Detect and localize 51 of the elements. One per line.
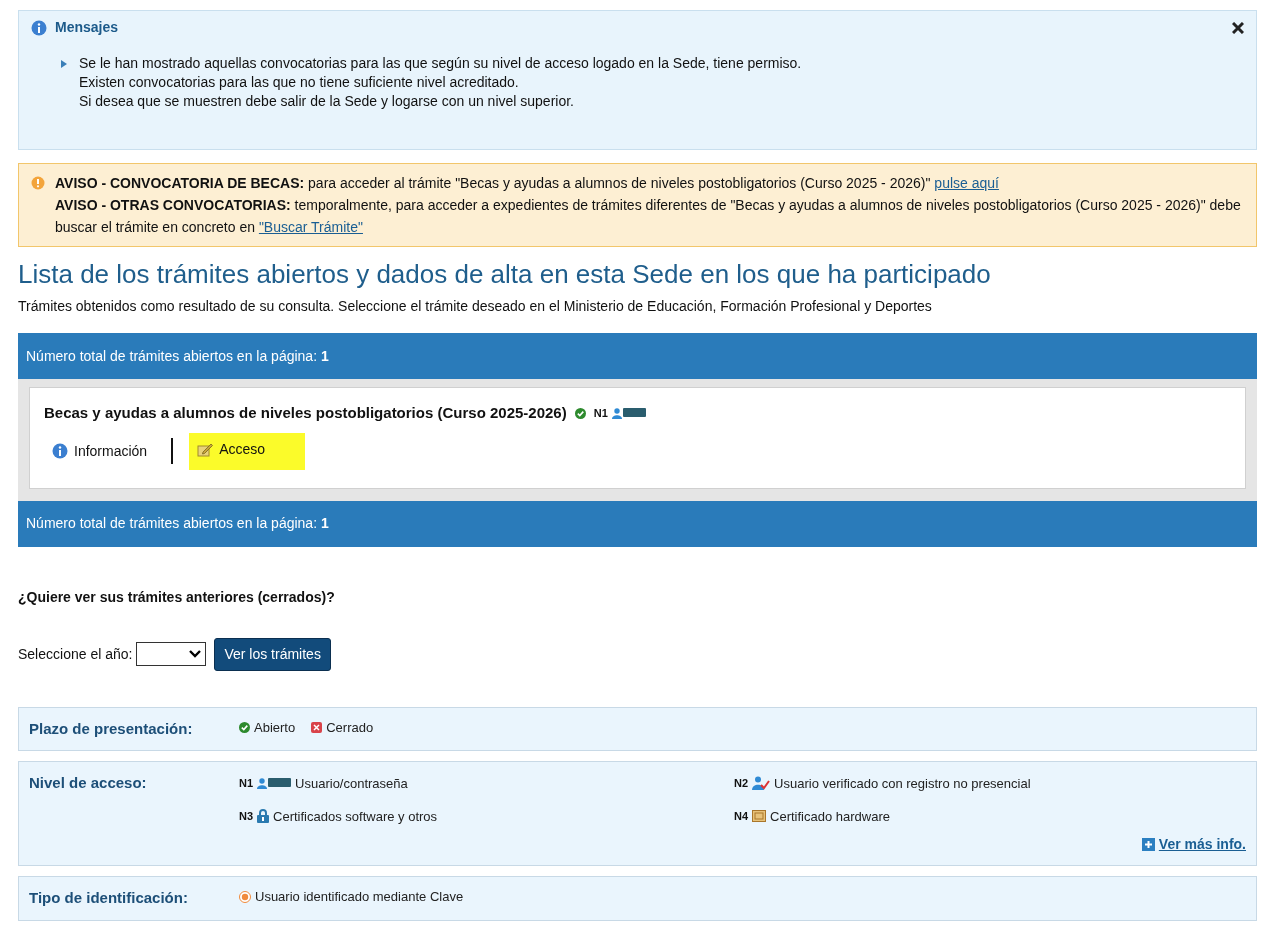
- action-link[interactable]: Acceso: [189, 432, 306, 470]
- legend-text: Usuario verificado con registro no presencial: [774, 774, 1031, 793]
- legend-text: Cerrado: [326, 718, 374, 737]
- close-icon: [1232, 21, 1244, 34]
- user-check-icon: [752, 776, 771, 791]
- more-info-link[interactable]: Ver más info.: [1158, 834, 1246, 856]
- legend-text: Abierto: [254, 718, 296, 737]
- info-icon: [52, 443, 68, 460]
- level-code: N4: [734, 809, 749, 825]
- legend-text: Usuario identificado mediante Clave: [255, 888, 464, 907]
- legend-text: Certificado hardware: [770, 807, 890, 826]
- legend-label: Plazo de presentación:: [29, 718, 194, 739]
- level-code: N1: [239, 776, 254, 792]
- legend-text: Usuario/contraseña: [295, 774, 408, 793]
- caret-icon: [189, 650, 202, 659]
- procedure-title: Becas y ayudas a alumnos de niveles postobligatorios (Curso 2025-2026): [44, 403, 567, 424]
- notice-link[interactable]: pulse aquí: [934, 175, 999, 191]
- page-heading: Lista de los trámites abiertos y dados de alta en esta Sede en los que ha participado: [18, 259, 992, 291]
- legend-text: Certificados software y otros: [273, 807, 438, 826]
- check-icon: [239, 721, 250, 733]
- warning-icon: [31, 176, 45, 190]
- note-pencil-icon: [197, 441, 214, 457]
- notice-text: AVISO - CONVOCATORIA DE BECAS: para acceder al trámite "Becas y ayudas a alumnos de niveles postobligatorios (Curso 2025 - 2026)" pulse aquí: [55, 174, 999, 193]
- page-subtitle: Trámites obtenidos como resultado de su consulta. Seleccione el trámite deseado en el Ministerio de Educación, Formación Profesional y Deportes: [18, 297, 933, 317]
- info-icon: [31, 19, 47, 36]
- level-code: N3: [239, 809, 254, 825]
- legend-label: Tipo de identificación:: [29, 888, 189, 909]
- count-text: Número total de trámites abiertos en la página: 1: [26, 346, 329, 366]
- close-icon: [311, 721, 323, 733]
- legend-label: Nivel de acceso:: [29, 773, 148, 794]
- panel-title: Mensajes: [55, 18, 120, 37]
- field-label: Seleccione el año:: [18, 644, 133, 664]
- level-code: N1: [593, 406, 608, 422]
- message-text: Se le han mostrado aquellas convocatorias para las que según su nivel de acceso logado en la Sede, tiene permiso.: [79, 54, 802, 73]
- section-question: ¿Quiere ver sus trámites anteriores (cerrados)?: [18, 587, 336, 607]
- level-code: N2: [734, 776, 749, 792]
- submit-button[interactable]: Ver los trámites: [214, 637, 331, 671]
- card-icon: [752, 810, 767, 823]
- user-badge-icon: [257, 777, 292, 789]
- lock-icon: [257, 809, 270, 824]
- year-select[interactable]: [136, 642, 207, 667]
- message-text: Existen convocatorias para las que no tiene suficiente nivel acreditado.: [79, 73, 520, 92]
- action-link[interactable]: Información: [44, 437, 156, 465]
- notice-link[interactable]: "Buscar Trámite": [258, 219, 363, 235]
- notice-text: AVISO - OTRAS CONVOCATORIAS: temporalmente, para acceder a expedientes de trámites diferentes de "Becas y ayudas a alumnos de niveles postobligatorios (Curso 2025 - 2026)" debe buscar el trámite en concreto en "Buscar Trámite": [55, 196, 1242, 237]
- count-text: Número total de trámites abiertos en la página: 1: [26, 514, 329, 534]
- message-text: Si desea que se muestren debe salir de la Sede y logarse con un nivel superior.: [79, 92, 575, 111]
- user-badge-icon: [611, 407, 646, 419]
- bullet-icon: [61, 60, 67, 68]
- plus-icon: [1141, 838, 1155, 852]
- radio-icon: [239, 890, 251, 903]
